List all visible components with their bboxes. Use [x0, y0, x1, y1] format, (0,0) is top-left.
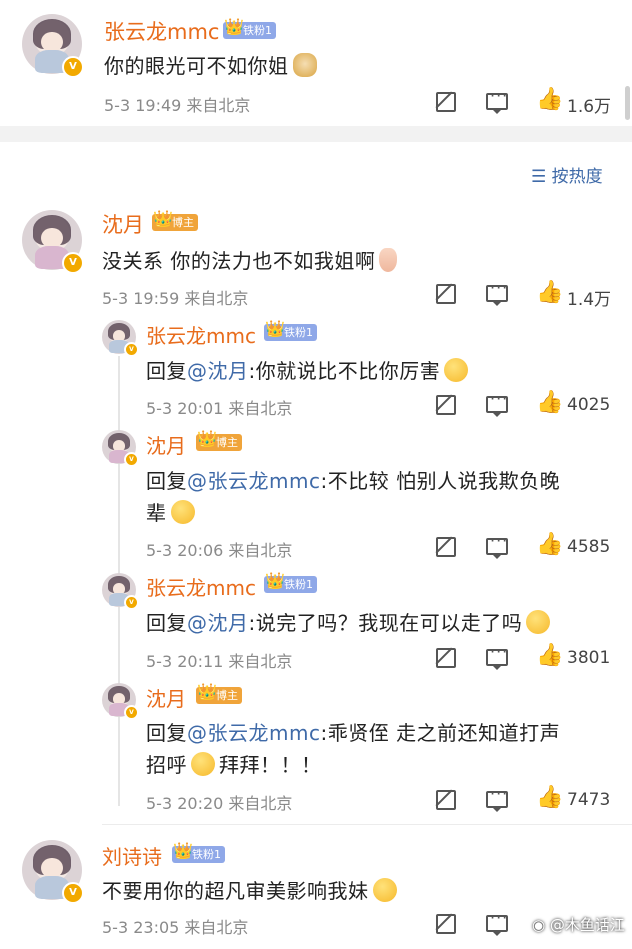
like-icon[interactable]: 👍 — [536, 89, 563, 111]
crown-icon: 👑 — [173, 841, 193, 860]
mention-link[interactable]: @沈月 — [187, 359, 249, 383]
reply-icon[interactable] — [486, 389, 508, 417]
mention-link[interactable]: @张云龙mmc — [187, 721, 320, 745]
smile-emoji-icon — [191, 752, 215, 776]
username[interactable]: 刘诗诗 — [102, 841, 162, 870]
username[interactable]: 沈月 — [146, 430, 186, 459]
crown-icon: 👑 — [265, 319, 285, 338]
host-badge: 👑 博主 — [152, 210, 198, 231]
reply-text-line2: 招呼 拜拜！！！ — [146, 752, 322, 777]
reply-icon[interactable] — [486, 784, 508, 812]
like-icon[interactable]: 👍 — [536, 534, 563, 556]
like-icon[interactable]: 👍 — [536, 282, 563, 304]
verified-badge-icon: V — [124, 705, 139, 720]
mention-link[interactable]: @沈月 — [187, 611, 249, 635]
reply-icon[interactable] — [486, 278, 508, 306]
reply-icon[interactable] — [486, 908, 508, 936]
host-badge: 👑 博主 — [196, 430, 242, 451]
divider — [102, 824, 632, 825]
like-icon[interactable]: 👍 — [536, 392, 563, 414]
like-count: 4585 — [567, 537, 611, 557]
share-icon[interactable] — [436, 537, 456, 557]
reply-meta: 5-3 20:01 来自北京 — [146, 399, 293, 418]
eyeroll-emoji-icon — [526, 610, 551, 634]
mention-link[interactable]: @张云龙mmc — [187, 469, 320, 493]
reply-icon[interactable] — [486, 642, 508, 670]
reply-text: 回复@张云龙mmc:乖贤侄 走之前还知道打声 — [146, 721, 561, 745]
share-icon[interactable] — [436, 284, 456, 304]
reply-icon[interactable] — [486, 531, 508, 559]
verified-badge-icon: V — [124, 595, 139, 610]
reply-meta: 5-3 20:11 来自北京 — [146, 652, 293, 671]
grin-emoji-icon — [170, 500, 195, 524]
crown-icon: 👑 — [224, 17, 244, 36]
comment-text: 不要用你的超凡审美影响我妹 — [102, 875, 397, 904]
comment-text: 没关系 你的法力也不如我姐啊 — [102, 245, 398, 274]
comment-text: 你的眼光可不如你姐 — [104, 50, 317, 79]
like-count: 1.4万 — [567, 290, 612, 310]
username[interactable]: 张云龙mmc — [146, 320, 256, 349]
reply-text: 回复@沈月:你就说比不比你厉害 — [146, 355, 469, 384]
shush-emoji-icon — [444, 358, 469, 382]
share-icon[interactable] — [436, 914, 456, 934]
fan-badge: 👑 铁粉1 — [264, 320, 317, 341]
like-icon[interactable]: 👍 — [536, 645, 563, 667]
crown-icon: 👑 — [197, 429, 217, 448]
verified-badge-icon: V — [62, 56, 84, 78]
verified-badge-icon: V — [124, 452, 139, 467]
verified-badge-icon: V — [62, 882, 84, 904]
fan-badge: 👑 铁粉1 — [264, 572, 317, 593]
comment-meta: 5-3 19:59 来自北京 — [102, 289, 249, 308]
like-count: 1.6万 — [567, 97, 612, 117]
reply-text: 回复@沈月:说完了吗？我现在可以走了吗 — [146, 607, 551, 636]
fan-badge: 👑 铁粉1 — [172, 842, 225, 863]
reply-icon[interactable] — [486, 86, 508, 114]
share-icon[interactable] — [436, 92, 456, 112]
like-count: 7473 — [567, 790, 611, 810]
username[interactable]: 沈月 — [102, 209, 144, 239]
crown-icon: 👑 — [153, 209, 173, 228]
crown-icon: 👑 — [265, 571, 285, 590]
username[interactable]: 张云龙mmc — [146, 572, 256, 601]
share-icon[interactable] — [436, 790, 456, 810]
share-icon[interactable] — [436, 648, 456, 668]
scrollbar[interactable] — [625, 86, 630, 120]
username[interactable]: 沈月 — [146, 683, 186, 712]
like-count: 4025 — [567, 395, 611, 415]
watermark: ◉ @木鱼话江 — [532, 916, 625, 934]
host-badge: 👑 博主 — [196, 683, 242, 704]
section-divider — [0, 126, 632, 142]
wave-emoji-icon — [372, 878, 397, 902]
share-icon[interactable] — [436, 395, 456, 415]
like-count: 3801 — [567, 648, 611, 668]
reply-meta: 5-3 20:20 来自北京 — [146, 794, 293, 813]
username[interactable]: 张云龙mmc — [104, 16, 219, 46]
verified-badge-icon: V — [124, 342, 139, 357]
crown-icon: 👑 — [197, 682, 217, 701]
reply-text: 回复@张云龙mmc:不比较 怕别人说我欺负晚 — [146, 469, 561, 493]
reply-meta: 5-3 20:06 来自北京 — [146, 541, 293, 560]
comment-meta: 5-3 19:49 来自北京 — [104, 96, 251, 115]
watermark-logo-icon: ◉ — [532, 916, 550, 934]
sort-icon: ☰ — [531, 167, 552, 187]
sort-by-hot-button[interactable]: ☰ 按热度 — [531, 162, 603, 187]
verified-badge-icon: V — [62, 252, 84, 274]
comment-meta: 5-3 23:05 来自北京 — [102, 918, 249, 937]
fan-badge: 👑 铁粉1 — [223, 18, 276, 39]
hand-emoji-icon — [379, 248, 398, 272]
reply-text-line2: 辈 — [146, 497, 195, 526]
doge-emoji-icon — [292, 53, 317, 77]
like-icon[interactable]: 👍 — [536, 787, 563, 809]
